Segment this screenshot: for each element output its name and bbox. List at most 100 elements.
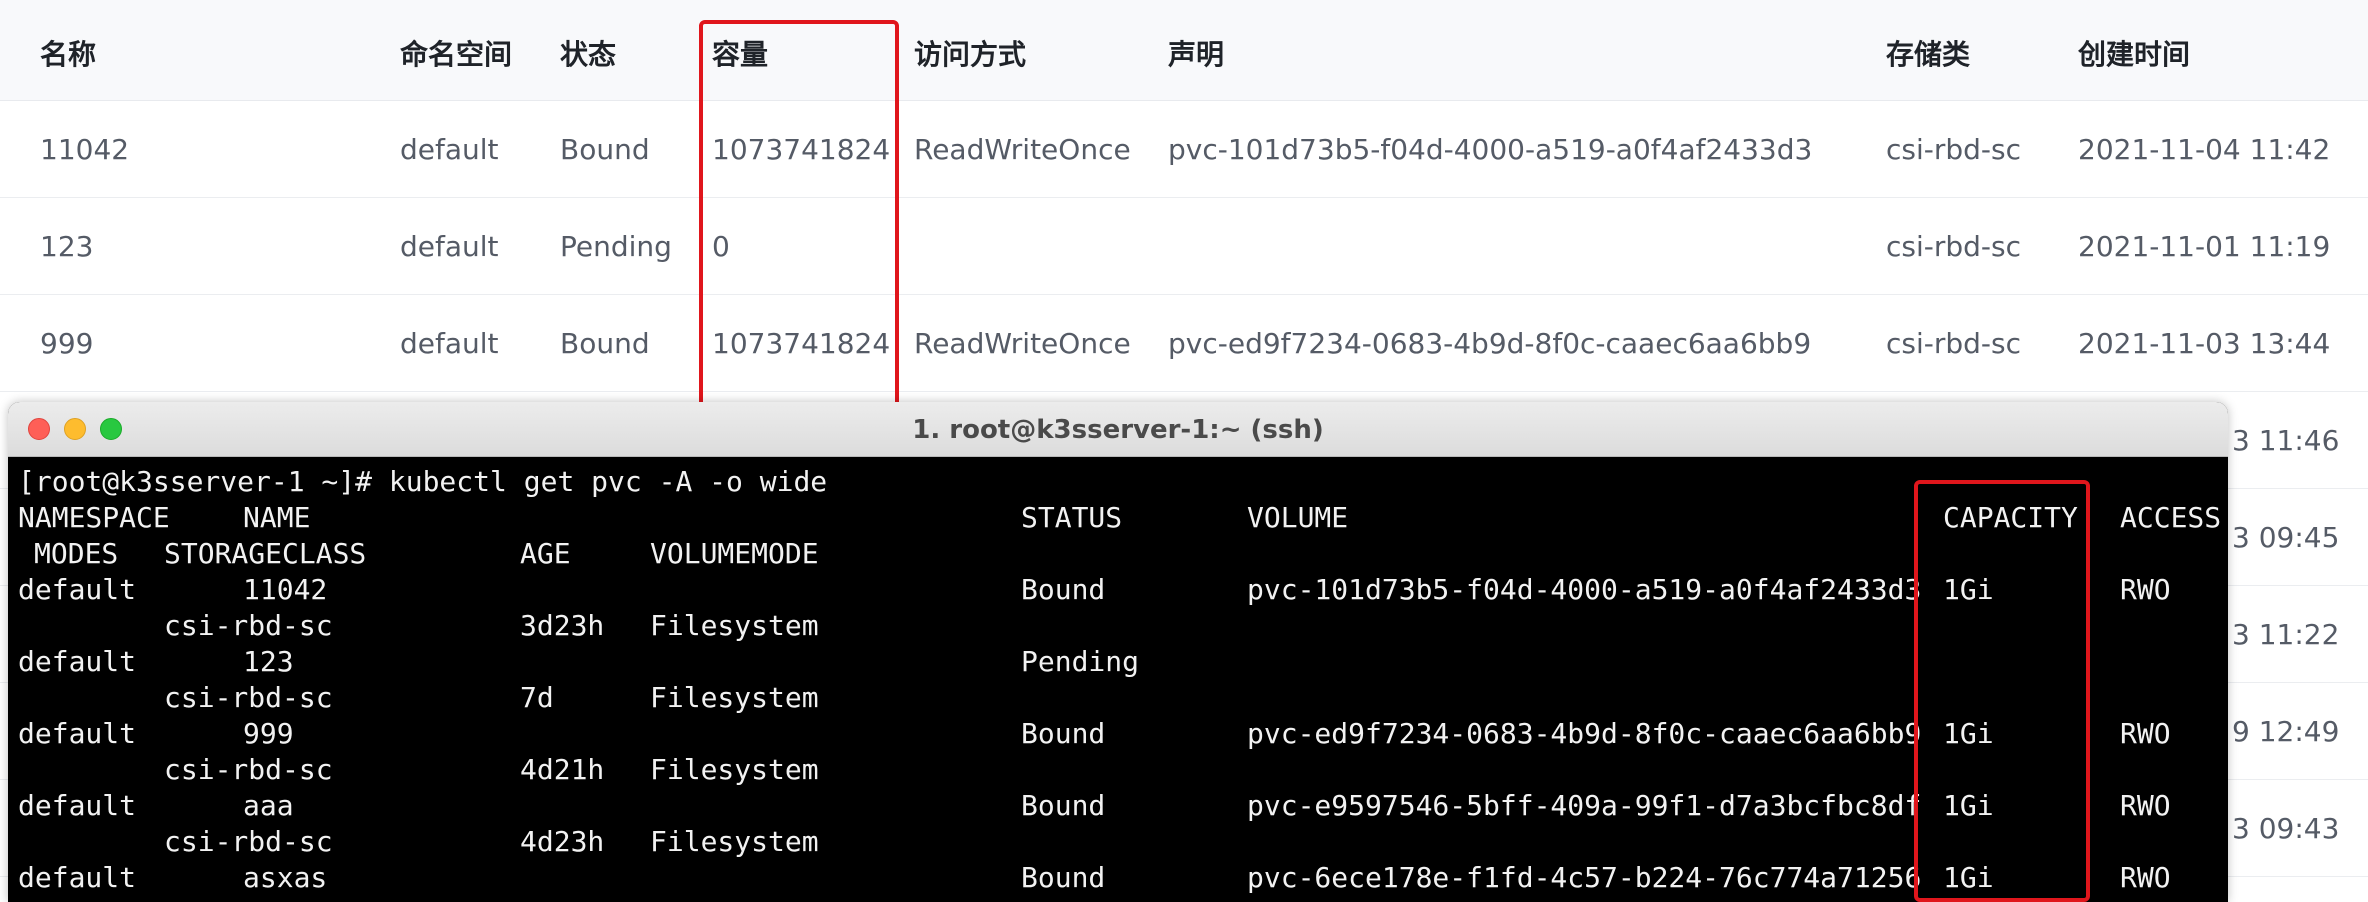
cell-claim: pvc-101d73b5-f04d-4000-a519-a0f4af2433d3 xyxy=(1168,133,1813,166)
pvc-capacity: 1Gi xyxy=(1943,789,1994,822)
cell-name[interactable]: 11042 xyxy=(40,133,129,166)
terminal-output[interactable]: [root@k3sserver-1 ~]# kubectl get pvc -A… xyxy=(8,458,2228,902)
pvc-status: Bound xyxy=(1021,573,1106,606)
terminal-line: csi-rbd-sc 7d Filesystem xyxy=(8,680,2228,716)
terminal-line: default 11042 Bound pvc-101d73b5-f04d-40… xyxy=(8,572,2228,608)
pvc-age: 4d21h xyxy=(520,753,605,786)
pvc-access: RWO xyxy=(2120,861,2171,894)
pvc-namespace: default xyxy=(18,717,137,750)
terminal-line: MODES STORAGECLASS AGE VOLUMEMODE xyxy=(8,536,2228,572)
header-name[interactable]: 名称 xyxy=(40,33,96,73)
terminal-line: default 999 Bound pvc-ed9f7234-0683-4b9d… xyxy=(8,716,2228,752)
pvc-storageclass: csi-rbd-sc xyxy=(164,609,333,642)
cell-name[interactable]: 123 xyxy=(40,230,93,263)
pvc-access: RWO xyxy=(2120,789,2171,822)
cell-created: 2021-11-01 11:19 xyxy=(2078,230,2331,263)
pvc-storageclass: csi-rbd-sc xyxy=(164,753,333,786)
terminal-line: csi-rbd-sc 4d21h Filesystem xyxy=(8,752,2228,788)
header-storage-class[interactable]: 存储类 xyxy=(1886,33,1970,73)
pvc-capacity: 1Gi xyxy=(1943,861,1994,894)
cell-namespace: default xyxy=(400,230,499,263)
col-header-storageclass: STORAGECLASS xyxy=(164,537,367,570)
pvc-name: 11042 xyxy=(243,573,328,606)
terminal-line: NAMESPACE NAME STATUS VOLUME CAPACITY AC… xyxy=(8,500,2228,536)
terminal-title: 1. root@k3sserver-1:~ (ssh) xyxy=(912,415,1324,445)
pvc-storageclass: csi-rbd-sc xyxy=(164,825,333,858)
pvc-namespace: default xyxy=(18,861,137,894)
cell-status: Bound xyxy=(560,327,650,360)
terminal-titlebar[interactable]: 1. root@k3sserver-1:~ (ssh) xyxy=(8,402,2228,457)
col-header-status: STATUS xyxy=(1021,501,1123,534)
cell-status: Bound xyxy=(560,133,650,166)
pvc-capacity: 1Gi xyxy=(1943,717,1994,750)
terminal-line: default asxas Bound pvc-6ece178e-f1fd-4c… xyxy=(8,860,2228,896)
table-row[interactable]: 11042 default Bound 1073741824 ReadWrite… xyxy=(0,101,2368,198)
table-row[interactable]: 123 default Pending 0 csi-rbd-sc 2021-11… xyxy=(0,198,2368,295)
cell-claim: pvc-ed9f7234-0683-4b9d-8f0c-caaec6aa6bb9 xyxy=(1168,327,1812,360)
pvc-status: Pending xyxy=(1021,645,1140,678)
cell-created-partial: 3 11:46 xyxy=(2232,424,2340,457)
pvc-storageclass: csi-rbd-sc xyxy=(164,681,333,714)
cell-created-partial: 3 09:45 xyxy=(2232,521,2340,554)
table-row[interactable]: 999 default Bound 1073741824 ReadWriteOn… xyxy=(0,295,2368,392)
header-claim[interactable]: 声明 xyxy=(1168,33,1224,73)
pvc-namespace: default xyxy=(18,645,137,678)
pvc-volumemode: Filesystem xyxy=(650,753,819,786)
cell-storage-class: csi-rbd-sc xyxy=(1886,230,2022,263)
pvc-volumemode: Filesystem xyxy=(650,825,819,858)
pvc-name: asxas xyxy=(243,861,328,894)
pvc-volumemode: Filesystem xyxy=(650,609,819,642)
col-header-access: ACCESS xyxy=(2120,501,2222,534)
terminal-line: default aaa Bound pvc-e9597546-5bff-409a… xyxy=(8,788,2228,824)
cell-status: Pending xyxy=(560,230,672,263)
header-access-mode[interactable]: 访问方式 xyxy=(914,33,1026,73)
pvc-name: 123 xyxy=(243,645,294,678)
pvc-access: RWO xyxy=(2120,717,2171,750)
pvc-name: aaa xyxy=(243,789,294,822)
col-header-age: AGE xyxy=(520,537,571,570)
cell-created-partial: 9 12:49 xyxy=(2232,715,2340,748)
pvc-capacity: 1Gi xyxy=(1943,573,1994,606)
table-header: 名称 命名空间 状态 容量 访问方式 声明 存储类 创建时间 xyxy=(0,0,2368,101)
pvc-namespace: default xyxy=(18,789,137,822)
pvc-age: 3d23h xyxy=(520,609,605,642)
col-header-name: NAME xyxy=(243,501,311,534)
terminal-window[interactable]: 1. root@k3sserver-1:~ (ssh) [root@k3sser… xyxy=(8,402,2228,902)
cell-namespace: default xyxy=(400,327,499,360)
pvc-status: Bound xyxy=(1021,789,1106,822)
cell-capacity: 0 xyxy=(712,230,730,263)
pvc-access: RWO xyxy=(2120,573,2171,606)
col-header-capacity: CAPACITY xyxy=(1943,501,2078,534)
cell-created: 2021-11-03 13:44 xyxy=(2078,327,2331,360)
pvc-namespace: default xyxy=(18,573,137,606)
col-header-volume: VOLUME xyxy=(1247,501,1349,534)
header-capacity[interactable]: 容量 xyxy=(712,33,768,73)
header-namespace[interactable]: 命名空间 xyxy=(400,33,512,73)
terminal-line: csi-rbd-sc 3d23h Filesystem xyxy=(8,608,2228,644)
cell-capacity: 1073741824 xyxy=(712,327,891,360)
terminal-line: default 123 Pending xyxy=(8,644,2228,680)
cell-name[interactable]: 999 xyxy=(40,327,93,360)
cell-capacity: 1073741824 xyxy=(712,133,891,166)
pvc-volume: pvc-101d73b5-f04d-4000-a519-a0f4af2433d3 xyxy=(1247,573,1922,606)
pvc-volumemode: Filesystem xyxy=(650,681,819,714)
cell-created-partial: 3 11:22 xyxy=(2232,618,2340,651)
cell-access-mode: ReadWriteOnce xyxy=(914,327,1131,360)
prompt-command: [root@k3sserver-1 ~]# kubectl get pvc -A… xyxy=(18,465,828,498)
pvc-age: 7d xyxy=(520,681,554,714)
pvc-volume: pvc-ed9f7234-0683-4b9d-8f0c-caaec6aa6bb9 xyxy=(1247,717,1922,750)
cell-created-partial: 3 09:43 xyxy=(2232,812,2340,845)
pvc-status: Bound xyxy=(1021,717,1106,750)
cell-namespace: default xyxy=(400,133,499,166)
col-header-modes: MODES xyxy=(34,537,119,570)
col-header-namespace: NAMESPACE xyxy=(18,501,170,534)
terminal-line: csi-rbd-sc 4d23h Filesystem xyxy=(8,824,2228,860)
pvc-name: 999 xyxy=(243,717,294,750)
pvc-status: Bound xyxy=(1021,861,1106,894)
pvc-age: 4d23h xyxy=(520,825,605,858)
cell-created: 2021-11-04 11:42 xyxy=(2078,133,2331,166)
pvc-volume: pvc-6ece178e-f1fd-4c57-b224-76c774a71256 xyxy=(1247,861,1922,894)
cell-storage-class: csi-rbd-sc xyxy=(1886,133,2022,166)
header-status[interactable]: 状态 xyxy=(560,33,616,73)
header-created[interactable]: 创建时间 xyxy=(2078,33,2190,73)
